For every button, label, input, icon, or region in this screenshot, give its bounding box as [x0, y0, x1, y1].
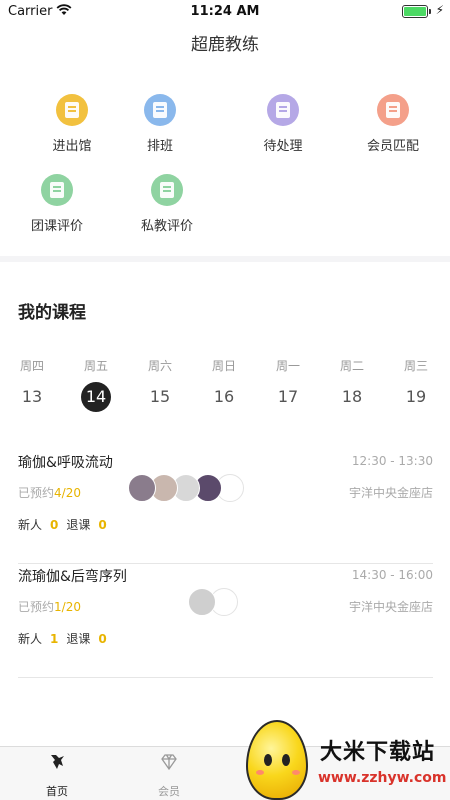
- booked-count: 已预约1/20: [18, 598, 81, 615]
- day-of-week: 周五: [83, 359, 108, 373]
- course-card[interactable]: 流瑜伽&后弯序列 14:30 - 16:00 已预约1/20 宇洋中央金座店新人 1 退课…: [18, 566, 433, 678]
- day-18[interactable]: 周二 18: [330, 357, 374, 412]
- menu-item-0[interactable]: 进出馆: [27, 94, 117, 154]
- course-time: 12:30 - 13:30: [351, 454, 433, 468]
- battery-icon: [402, 5, 428, 18]
- comment-icon: [41, 174, 73, 206]
- booked-label: 已预约: [18, 600, 55, 614]
- day-19[interactable]: 周三 19: [394, 357, 438, 412]
- day-date: 14: [81, 382, 111, 412]
- clock: 11:24 AM: [190, 4, 260, 19]
- day-of-week: 周四: [19, 359, 44, 373]
- page-title: 超鹿教练: [191, 35, 259, 55]
- new-label: 新人: [18, 632, 43, 646]
- watermark-title: 大米下载站: [320, 740, 436, 765]
- comment-icon: [151, 174, 183, 206]
- menu-item-1[interactable]: 排班: [115, 94, 205, 154]
- avatar: [188, 588, 216, 616]
- home-deer-icon: [51, 755, 64, 769]
- quick-menu-panel: 超鹿教练 进出馆 排班 待处理 会员匹配团课评价 私教评价: [0, 24, 450, 256]
- booked-value: 4/20: [54, 486, 81, 500]
- course-name: 流瑜伽&后弯序列: [18, 569, 127, 585]
- day-13[interactable]: 周四 13: [10, 357, 54, 412]
- day-date: 17: [277, 387, 299, 406]
- status-bar: Carrier 11:24 AM ⚡: [0, 0, 450, 24]
- tab-members[interactable]: 会员: [124, 753, 214, 799]
- course-stats: 新人 0 退课 0: [18, 516, 115, 533]
- door-icon: [56, 94, 88, 126]
- drop-label: 退课: [66, 632, 91, 646]
- store-name: 宇洋中央金座店: [348, 486, 433, 500]
- tab-label: 首页: [46, 785, 68, 798]
- course-stats: 新人 1 退课 0: [18, 630, 115, 647]
- day-of-week: 周一: [275, 359, 300, 373]
- schedule-icon: [144, 94, 176, 126]
- diamond-icon: [161, 754, 177, 771]
- site-watermark: 大米下载站 www.zzhyw.com: [246, 718, 450, 800]
- day-of-week: 周六: [147, 359, 172, 373]
- day-date: 13: [21, 387, 43, 406]
- menu-item-3[interactable]: 会员匹配: [348, 94, 438, 154]
- day-date: 16: [213, 387, 235, 406]
- charging-icon: ⚡: [435, 3, 444, 17]
- menu-item-4[interactable]: 团课评价: [12, 174, 102, 234]
- day-14[interactable]: 周五 14: [74, 357, 118, 412]
- booked-value: 1/20: [54, 600, 81, 614]
- drop-value: 0: [98, 518, 107, 532]
- menu-item-label: 团课评价: [30, 219, 83, 234]
- day-date: 18: [341, 387, 363, 406]
- day-16[interactable]: 周日 16: [202, 357, 246, 412]
- tab-home[interactable]: 首页: [12, 753, 102, 799]
- day-date: 15: [149, 387, 171, 406]
- menu-item-label: 私教评价: [140, 219, 193, 234]
- day-of-week: 周三: [403, 359, 428, 373]
- watermark-url: www.zzhyw.com: [318, 770, 447, 786]
- new-label: 新人: [18, 518, 43, 532]
- menu-item-label: 会员匹配: [366, 139, 419, 154]
- day-15[interactable]: 周六 15: [138, 357, 182, 412]
- new-value: 1: [50, 632, 59, 646]
- pending-doc-icon: [267, 94, 299, 126]
- tab-label: 会员: [158, 785, 180, 798]
- course-card[interactable]: 瑜伽&呼吸流动 12:30 - 13:30 已预约4/20 宇洋中央金座店新人 0 退课 0: [18, 452, 433, 564]
- drop-value: 0: [98, 632, 107, 646]
- day-17[interactable]: 周一 17: [266, 357, 310, 412]
- day-of-week: 周日: [211, 359, 236, 373]
- section-title: 我的课程: [18, 303, 86, 323]
- booked-label: 已预约: [18, 486, 55, 500]
- menu-item-label: 待处理: [263, 139, 303, 154]
- menu-item-5[interactable]: 私教评价: [122, 174, 212, 234]
- mascot-egg-icon: [246, 720, 308, 800]
- store-name: 宇洋中央金座店: [348, 600, 433, 614]
- course-name: 瑜伽&呼吸流动: [18, 455, 113, 471]
- booked-count: 已预约4/20: [18, 484, 81, 501]
- my-courses-section: 我的课程 周四 13 周五 14 周六 15 周日 16 周一 17 周二 18 周三 19 瑜伽&呼吸流…: [0, 262, 450, 746]
- menu-item-label: 排班: [146, 139, 173, 154]
- drop-label: 退课: [66, 518, 91, 532]
- menu-item-2[interactable]: 待处理: [238, 94, 328, 154]
- member-match-icon: [377, 94, 409, 126]
- course-time: 14:30 - 16:00: [351, 568, 433, 582]
- new-value: 0: [50, 518, 59, 532]
- day-date: 19: [405, 387, 427, 406]
- menu-item-label: 进出馆: [52, 139, 92, 154]
- avatar: [128, 474, 156, 502]
- day-of-week: 周二: [339, 359, 364, 373]
